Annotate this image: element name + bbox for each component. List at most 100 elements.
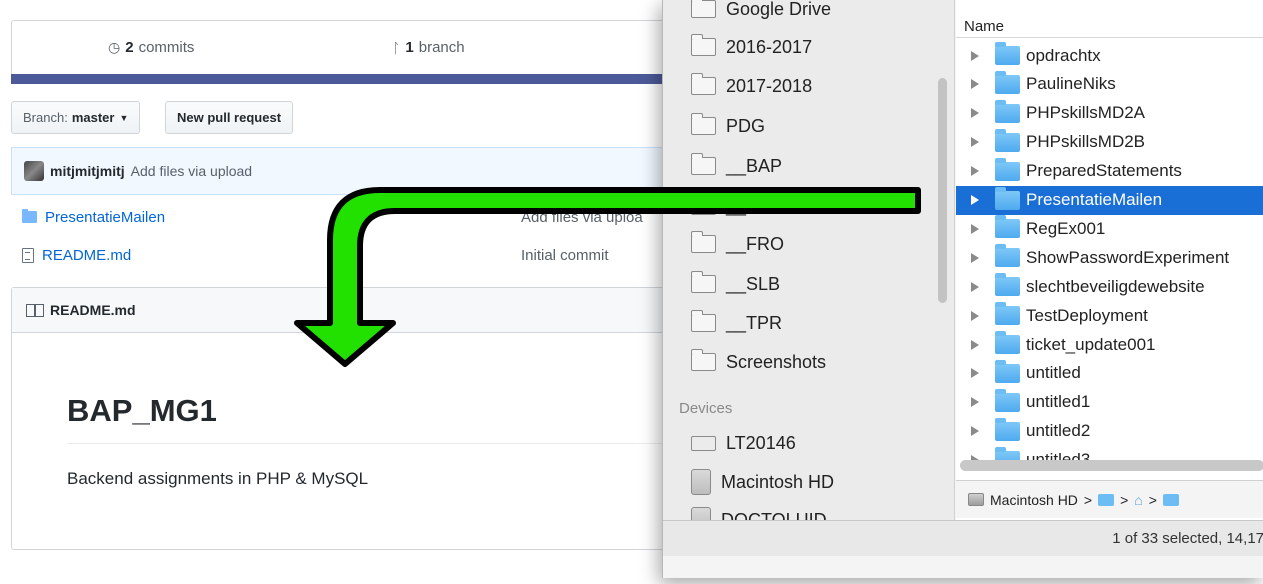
sidebar-item[interactable]: DOCTOLUID bbox=[691, 505, 827, 520]
sidebar-item[interactable]: 2016-2017 bbox=[690, 32, 813, 62]
path-separator: > bbox=[1120, 491, 1129, 508]
folder-icon bbox=[995, 417, 1020, 441]
list-item-label: untitled1 bbox=[1026, 392, 1091, 412]
folder-icon bbox=[995, 331, 1020, 354]
sidebar-item[interactable]: 2017-2018 bbox=[690, 71, 812, 101]
sidebar-item[interactable]: Macintosh HD bbox=[691, 467, 834, 497]
sidebar-item-label: PDG bbox=[726, 115, 766, 136]
sidebar-scrollbar[interactable] bbox=[938, 78, 947, 303]
folder-icon bbox=[690, 34, 716, 56]
commit-message[interactable]: Add files via upload bbox=[131, 163, 252, 179]
commits-link[interactable]: ◷ 2 commits bbox=[108, 39, 194, 56]
commits-label: commits bbox=[138, 39, 195, 56]
sidebar-item-label: 2016-2017 bbox=[726, 36, 813, 57]
list-item[interactable]: TestDeployment bbox=[956, 301, 1263, 330]
list-item[interactable]: opdrachtx bbox=[956, 41, 1263, 70]
branch-prefix: Branch: bbox=[23, 110, 68, 125]
disclosure-triangle-icon[interactable] bbox=[971, 137, 979, 148]
file-list: Name opdrachtx PaulineNiks PHPskillsMD2A PH… bbox=[956, 0, 1263, 520]
disclosure-triangle-icon[interactable] bbox=[971, 281, 979, 292]
sidebar-item-label: Google Drive bbox=[726, 0, 832, 19]
sidebar-item[interactable]: PDG bbox=[690, 111, 766, 141]
disclosure-triangle-icon[interactable] bbox=[971, 310, 979, 321]
path-separator: > bbox=[1148, 491, 1157, 508]
folder-icon bbox=[22, 209, 37, 223]
readme-title: BAP_MG1 bbox=[67, 393, 217, 428]
home-icon[interactable]: ⌂ bbox=[1134, 492, 1142, 508]
list-item-label: untitled bbox=[1026, 363, 1081, 383]
list-item[interactable]: PaulineNiks bbox=[956, 70, 1263, 99]
path-bar: Macintosh HD > > ⌂ > bbox=[956, 480, 1263, 518]
list-item[interactable]: ShowPasswordExperiment bbox=[956, 243, 1263, 272]
user-folder-icon[interactable] bbox=[1098, 493, 1115, 506]
list-item-label: ticket_update001 bbox=[1026, 334, 1156, 354]
disclosure-triangle-icon[interactable] bbox=[971, 79, 979, 90]
commit-author[interactable]: mitjmitjmitj bbox=[50, 163, 125, 179]
list-item[interactable]: untitled bbox=[956, 359, 1263, 388]
folder-icon bbox=[690, 73, 716, 95]
caret-down-icon: ▼ bbox=[119, 112, 129, 123]
disclosure-triangle-icon[interactable] bbox=[971, 223, 979, 234]
list-item[interactable]: untitled2 bbox=[956, 417, 1263, 446]
folder-icon bbox=[995, 388, 1020, 412]
disclosure-triangle-icon[interactable] bbox=[971, 166, 979, 177]
disclosure-triangle-icon[interactable] bbox=[971, 108, 979, 119]
disclosure-triangle-icon[interactable] bbox=[971, 368, 979, 379]
list-item-label: TestDeployment bbox=[1026, 305, 1148, 325]
drag-arrow-icon bbox=[294, 187, 921, 367]
avatar[interactable] bbox=[24, 161, 44, 181]
file-link[interactable]: PresentatieMailen bbox=[22, 209, 165, 226]
branch-select-button[interactable]: Branch: master ▼ bbox=[11, 101, 141, 134]
list-item[interactable]: untitled1 bbox=[956, 388, 1263, 417]
branches-link[interactable]: ᛚ 1 branch bbox=[392, 39, 465, 56]
folder-icon[interactable] bbox=[1162, 493, 1179, 506]
status-text: 1 of 33 selected, 14,17 bbox=[1112, 530, 1263, 547]
list-item-label: untitled2 bbox=[1026, 421, 1091, 441]
name-column-header[interactable]: Name bbox=[956, 0, 1263, 38]
list-item[interactable]: PHPskillsMD2B bbox=[956, 128, 1263, 157]
disclosure-triangle-icon[interactable] bbox=[971, 252, 979, 263]
disclosure-triangle-icon[interactable] bbox=[971, 50, 979, 61]
readme-header-label: README.md bbox=[50, 302, 136, 318]
sidebar-item-label: DOCTOLUID bbox=[721, 509, 827, 521]
list-item-label: PreparedStatements bbox=[1026, 161, 1182, 181]
new-pull-request-button[interactable]: New pull request bbox=[165, 101, 294, 134]
folder-icon bbox=[995, 215, 1020, 239]
sidebar-item[interactable]: Google Drive bbox=[690, 0, 832, 24]
disclosure-triangle-icon[interactable] bbox=[971, 195, 979, 205]
computer-icon bbox=[691, 435, 716, 451]
disclosure-triangle-icon[interactable] bbox=[971, 397, 979, 408]
list-item[interactable]: PHPskillsMD2A bbox=[956, 99, 1263, 128]
repo-stats-bar: ◷ 2 commits ᛚ 1 branch bbox=[11, 20, 671, 80]
list-item-label: opdrachtx bbox=[1026, 45, 1101, 65]
book-icon bbox=[26, 303, 44, 317]
disclosure-triangle-icon[interactable] bbox=[971, 339, 979, 350]
sidebar-item-label: Macintosh HD bbox=[721, 471, 835, 492]
folder-icon bbox=[690, 113, 716, 135]
folder-icon bbox=[995, 244, 1020, 268]
folder-icon bbox=[995, 302, 1020, 326]
horizontal-scrollbar[interactable] bbox=[960, 460, 1263, 471]
branch-label: branch bbox=[418, 39, 465, 56]
disclosure-triangle-icon[interactable] bbox=[971, 426, 979, 437]
list-item[interactable]: ticket_update001 bbox=[956, 330, 1263, 359]
list-item-label: ShowPasswordExperiment bbox=[1026, 247, 1230, 267]
sidebar-item[interactable]: LT20146 bbox=[691, 428, 796, 458]
file-icon bbox=[22, 247, 34, 263]
list-item-label: PaulineNiks bbox=[1026, 74, 1116, 94]
list-item[interactable]: PreparedStatements bbox=[956, 157, 1263, 186]
list-item[interactable]: RegEx001 bbox=[956, 214, 1263, 243]
devices-heading: Devices bbox=[679, 400, 733, 417]
list-item-label: PHPskillsMD2A bbox=[1026, 103, 1146, 123]
list-item[interactable]: slechtbeveiligdewebsite bbox=[956, 272, 1263, 301]
path-separator: > bbox=[1083, 491, 1093, 508]
path-segment[interactable]: Macintosh HD bbox=[990, 492, 1078, 508]
commits-count: 2 bbox=[125, 39, 134, 56]
branch-icon: ᛚ bbox=[392, 39, 401, 56]
list-item[interactable]: PresentatieMailen bbox=[956, 185, 1263, 215]
branch-count: 1 bbox=[405, 39, 414, 56]
folder-icon bbox=[995, 128, 1020, 152]
language-bar bbox=[11, 74, 671, 84]
folder-icon bbox=[995, 157, 1020, 181]
file-link[interactable]: README.md bbox=[22, 247, 131, 264]
